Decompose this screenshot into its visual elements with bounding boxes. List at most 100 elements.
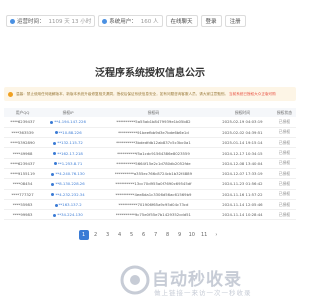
location-dot-icon (53, 152, 57, 156)
page-button[interactable]: 1 (78, 230, 89, 240)
watermark: 自动秒收录 做上链接一来访一次一秒收录 (120, 263, 298, 297)
cell-status-text: 已授权 (278, 180, 291, 186)
cell-code: **********91beefbb9d3e7bde6b6e1d (95, 127, 212, 139)
cell-ip: **1.253.8.71 (41, 158, 96, 169)
top-bar: 运营时间： 1109 天 13 小时 系统用户： 160 人 在线聊天 登录 注… (6, 14, 294, 28)
cell-status: 已授权 (272, 127, 296, 139)
cell-ip: **10.88.226 (41, 127, 96, 139)
cell-status: 已授权 (272, 147, 296, 159)
page-button[interactable]: 7 (151, 230, 161, 240)
uptime-label: 运营时间： (17, 19, 45, 25)
brand-logo-icon (120, 265, 150, 295)
cell-ip-text: **10.88.226 (58, 129, 82, 135)
cell-code: **********5664f15e2c1d780db2052fde (95, 158, 212, 169)
cell-qq-text: ****6239437 (10, 119, 35, 125)
cell-ip-text: **162.17.218 (57, 150, 83, 156)
cell-code-text: **********3bdedfdb12ab837c5c3bc0a1 (116, 140, 191, 146)
register-button[interactable]: 注册 (224, 15, 246, 27)
page-button[interactable]: 5 (127, 230, 137, 240)
table-row: ****08454 **8.130.228.26 **********13cc70d… (4, 178, 296, 190)
cell-status: 已授权 (272, 178, 296, 190)
cell-ip: **163.137.2 (41, 199, 96, 211)
cell-qq: ****6239437 (4, 117, 42, 128)
cell-status-text: 已授权 (278, 129, 291, 135)
cell-ip-text: **4.194.147.226 (54, 119, 86, 125)
table-row: ****55983 **163.137.2 **********701906f65a… (4, 199, 296, 211)
cell-ip-text: **1.253.8.71 (57, 160, 83, 166)
cell-qq-text: ****49968 (12, 150, 33, 156)
cell-time-text: 2024-11-16 11:57:22 (222, 191, 263, 197)
user-icon (102, 18, 108, 24)
page-button[interactable]: › (211, 230, 221, 240)
location-dot-icon (54, 131, 58, 135)
cell-time: 2025-01-14 19:15:14 (211, 137, 273, 149)
cell-qq: ****55983 (4, 199, 42, 211)
page-button[interactable]: 11 (199, 230, 209, 240)
cell-status: 已授权 (272, 199, 296, 211)
cell-time: 2024-12-08 13:40:04 (211, 158, 273, 169)
cell-status-text: 已授权 (278, 150, 291, 156)
watermark-slogan: 做上链接一来访一次一秒收录 (154, 289, 252, 297)
cell-time: 2024-11-23 01:56:42 (211, 178, 273, 190)
location-dot-icon (53, 141, 57, 145)
cell-qq: ****777327 (4, 189, 42, 200)
page-button[interactable]: 9 (175, 230, 185, 240)
page-button[interactable]: 2 (91, 230, 101, 240)
cell-status-text: 已授权 (278, 211, 291, 217)
cell-status: 已授权 (272, 168, 296, 180)
cell-time: 2025-02-19 04:03:19 (211, 117, 273, 128)
cell-status-text: 已授权 (278, 160, 291, 166)
cell-code: **********a355ec766c8724cb1b32f4889 (95, 168, 212, 180)
cell-code: **********5a55ab1b8479939e1b05b82 (95, 117, 212, 128)
cell-code-text: **********f5a1cdc91564386e8023559 (117, 150, 190, 156)
cell-qq-text: ****363539 (11, 129, 34, 135)
cell-time-text: 2024-12-07 17:33:19 (222, 171, 263, 177)
cell-code-text: **********9c75e0f55e7b1429352cdd51 (115, 212, 191, 218)
users-label: 系统用户： (109, 19, 137, 25)
cell-qq: ****5392890 (4, 137, 42, 149)
warning-icon (8, 91, 13, 97)
cell-status-text: 已授权 (278, 118, 291, 124)
online-chat-button[interactable]: 在线聊天 (165, 15, 198, 27)
cell-time: 2024-11-14 10:28:44 (211, 209, 273, 221)
location-dot-icon (50, 120, 54, 124)
location-dot-icon (53, 213, 57, 217)
uptime-stat: 运营时间： 1109 天 13 小时 (6, 15, 96, 27)
page-button[interactable]: 10 (187, 230, 197, 240)
users-value: 160 人 (140, 19, 159, 25)
cell-code: **********13cc70d955a0f7690c69545df (95, 178, 212, 190)
cell-status-text: 已授权 (278, 191, 291, 197)
cell-status: 已授权 (272, 158, 296, 169)
login-button[interactable]: 登录 (200, 15, 222, 27)
cell-ip: **132.115.72 (41, 137, 96, 149)
cell-time: 2024-12-07 17:33:19 (211, 168, 273, 180)
table-row: ****6239437 **4.194.147.226 **********5a55… (4, 117, 296, 128)
cell-time-text: 2024-12-08 13:40:04 (222, 160, 263, 166)
cell-time: 2025-02-02 04:39:51 (211, 127, 273, 139)
page-button[interactable]: 4 (115, 230, 125, 240)
table-row: ****49968 **162.17.218 **********f5a1cdc91… (4, 147, 296, 159)
cell-qq-text: ****9155119 (10, 171, 35, 177)
cell-time-text: 2025-01-14 19:15:14 (222, 140, 263, 146)
cell-ip-text: **34.224.130 (57, 212, 83, 218)
page-button[interactable]: 6 (139, 230, 149, 240)
col-code: 授权码 (95, 108, 212, 117)
cell-qq-text: ****99983 (12, 212, 33, 218)
cell-ip: **162.17.218 (41, 147, 96, 159)
location-dot-icon (54, 203, 58, 207)
cell-qq: ****49968 (4, 147, 42, 159)
table-row: ****363539 **10.88.226 **********91beefbb9… (4, 127, 296, 139)
clock-icon (10, 18, 15, 24)
page-button[interactable]: 3 (103, 230, 113, 240)
uptime-value: 1109 天 13 小时 (48, 19, 92, 25)
cell-status: 已授权 (272, 117, 296, 128)
notice-highlight[interactable]: 当前系统已授权大众正版可购 (229, 92, 276, 97)
cell-ip-text: **4.232.232.34 (55, 191, 85, 197)
col-qq: 用户QQ (4, 108, 42, 117)
location-dot-icon (53, 162, 57, 166)
cell-ip: **8.130.228.26 (41, 178, 96, 190)
cell-code: **********9c75e0f55e7b1429352cdd51 (95, 209, 212, 221)
page-title: 泛程序系统授权信息公示 (95, 68, 205, 79)
cell-code: **********4ee8da1c3306d56ac61569b9 (95, 189, 212, 200)
page-button[interactable]: 8 (163, 230, 173, 240)
